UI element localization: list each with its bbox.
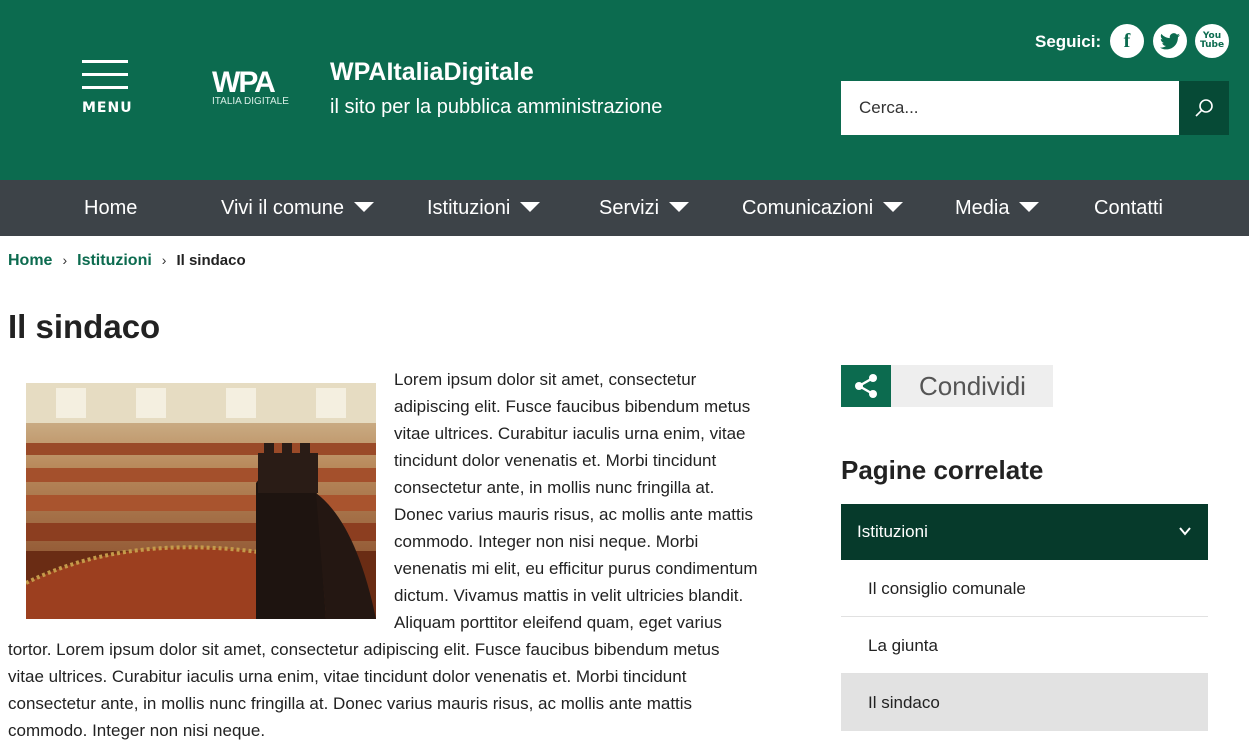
nav-label: Home [84,197,138,219]
breadcrumb-separator: › [161,252,167,268]
breadcrumb-current: Il sindaco [176,252,246,269]
nav-label: Istituzioni [427,197,511,219]
site-logo[interactable]: WPA ITALIA DIGITALE [212,68,312,112]
caret-down-icon [669,201,690,212]
hamburger-icon [82,73,128,76]
related-item-consiglio-comunale[interactable]: Il consiglio comunale [841,560,1208,617]
follow-label: Seguici: [1035,32,1102,51]
related-pages-title: Pagine correlate [841,455,1044,485]
menu-button[interactable]: MENU [82,60,132,116]
caret-down-icon [1019,201,1040,212]
search-button[interactable] [1179,81,1229,135]
share-button[interactable]: Condividi [841,365,1053,407]
twitter-icon[interactable] [1153,24,1187,58]
accordion-label: Istituzioni [857,522,928,541]
youtube-icon[interactable]: You Tube [1195,24,1229,58]
nav-label: Servizi [599,197,660,219]
breadcrumb-separator: › [62,252,68,268]
council-chamber-image [26,383,376,619]
nav-item-home[interactable]: Home [84,180,137,236]
breadcrumb-link-home[interactable]: Home [8,252,52,269]
share-icon [841,365,891,407]
search-input[interactable] [841,81,1179,135]
related-item-sindaco[interactable]: Il sindaco [841,674,1208,731]
search-icon [1195,99,1213,117]
related-item-label: Il sindaco [868,693,940,712]
page-title: Il sindaco [8,308,161,345]
nav-item-media[interactable]: Media [955,180,1040,236]
nav-item-vivi-il-comune[interactable]: Vivi il comune [221,180,375,236]
logo-subtext: ITALIA DIGITALE [212,96,289,107]
share-label: Condividi [919,371,1026,401]
caret-down-icon [883,201,904,212]
hamburger-icon [82,60,128,63]
article-content: Lorem ipsum dolor sit amet, consectetur … [8,366,760,744]
logo-mark: WPA [212,66,276,99]
nav-label: Vivi il comune [221,197,345,219]
nav-item-contatti[interactable]: Contatti [1094,180,1163,236]
related-accordion-header[interactable]: Istituzioni [841,504,1208,560]
facebook-icon[interactable]: f [1110,24,1144,58]
twitter-bird-icon [1160,32,1180,49]
facebook-glyph: f [1123,29,1131,52]
breadcrumb: Home › Istituzioni › Il sindaco [8,252,246,270]
site-header: MENU WPA ITALIA DIGITALE WPAItaliaDigita… [0,0,1249,180]
nav-item-comunicazioni[interactable]: Comunicazioni [742,180,904,236]
nav-label: Contatti [1094,197,1163,219]
related-item-giunta[interactable]: La giunta [841,617,1208,674]
breadcrumb-link-istituzioni[interactable]: Istituzioni [77,252,152,269]
related-item-label: Il consiglio comunale [868,579,1026,598]
nav-label: Comunicazioni [742,197,874,219]
nav-item-istituzioni[interactable]: Istituzioni [427,180,541,236]
nav-item-servizi[interactable]: Servizi [599,180,690,236]
site-title[interactable]: WPAItaliaDigitale [330,58,534,87]
article-image [26,383,376,619]
related-item-label: La giunta [868,636,938,655]
menu-label: MENU [82,100,133,116]
main-nav: Home Vivi il comune Istituzioni Servizi … [0,180,1249,236]
share-nodes-icon [855,374,877,398]
caret-down-icon [520,201,541,212]
hamburger-icon [82,86,128,89]
youtube-glyph: You Tube [1200,31,1225,50]
nav-label: Media [955,197,1010,219]
chevron-down-icon [1179,527,1191,536]
site-subtitle: il sito per la pubblica amministrazione [330,96,663,118]
caret-down-icon [354,201,375,212]
